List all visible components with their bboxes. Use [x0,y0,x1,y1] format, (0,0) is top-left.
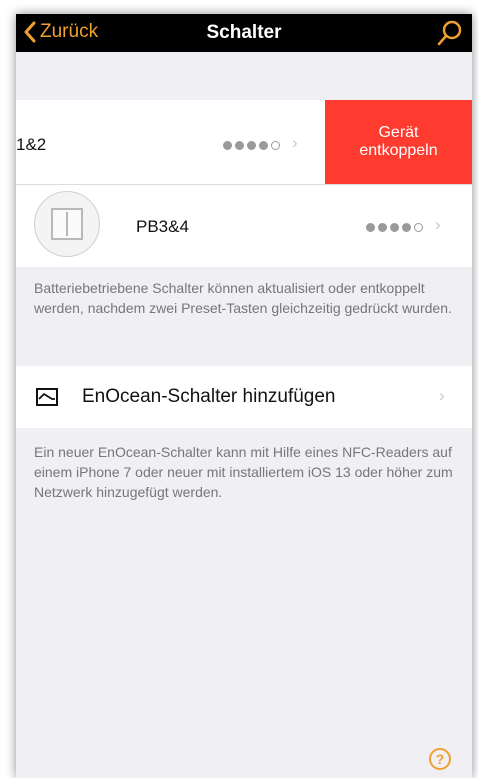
signal-dot [259,141,268,150]
signal-dot [223,141,232,150]
battery-note: Batteriebetriebene Schalter können aktua… [34,280,452,316]
unpair-device-button[interactable]: Gerät entkoppeln [325,100,472,184]
signal-strength-indicator [366,223,423,232]
wall-switch-icon [51,208,83,240]
signal-dot [378,223,387,232]
switch-row-1[interactable]: 1&2 › Gerät entkoppeln [16,100,472,184]
signal-dot [366,223,375,232]
signal-dot [402,223,411,232]
enocean-switch-icon [36,388,58,406]
signal-strength-indicator [223,141,280,150]
switch-name: PB3&4 [136,217,189,236]
unpair-label-line2: entkoppeln [359,142,438,159]
signal-dot [247,141,256,150]
chevron-right-icon: › [292,133,298,152]
chevron-right-icon: › [439,386,445,405]
unpair-label-line1: Gerät [378,124,419,141]
page-title: Schalter [206,22,282,43]
add-switch-row[interactable]: EnOcean-Schalter hinzufügen › [16,366,472,428]
search-button[interactable] [436,19,464,52]
signal-dot-empty [271,141,280,150]
navigation-bar: Zurück Schalter [16,14,472,52]
signal-dot [235,141,244,150]
help-button[interactable]: ? [429,748,451,770]
wall-switch-image [34,191,100,257]
switch-row-2[interactable]: PB3&4 › [16,185,472,267]
switch-name: 1&2 [16,135,47,154]
phone-screen: Zurück Schalter 1&2 › Gerät entkoppeln P… [16,14,472,778]
add-switch-note: Ein neuer EnOcean-Schalter kann mit Hilf… [34,444,453,500]
add-switch-label: EnOcean-Schalter hinzufügen [82,386,336,407]
search-icon [437,20,462,46]
signal-dot-empty [414,223,423,232]
help-icon: ? [435,751,445,767]
chevron-right-icon: › [435,215,441,234]
signal-dot [390,223,399,232]
